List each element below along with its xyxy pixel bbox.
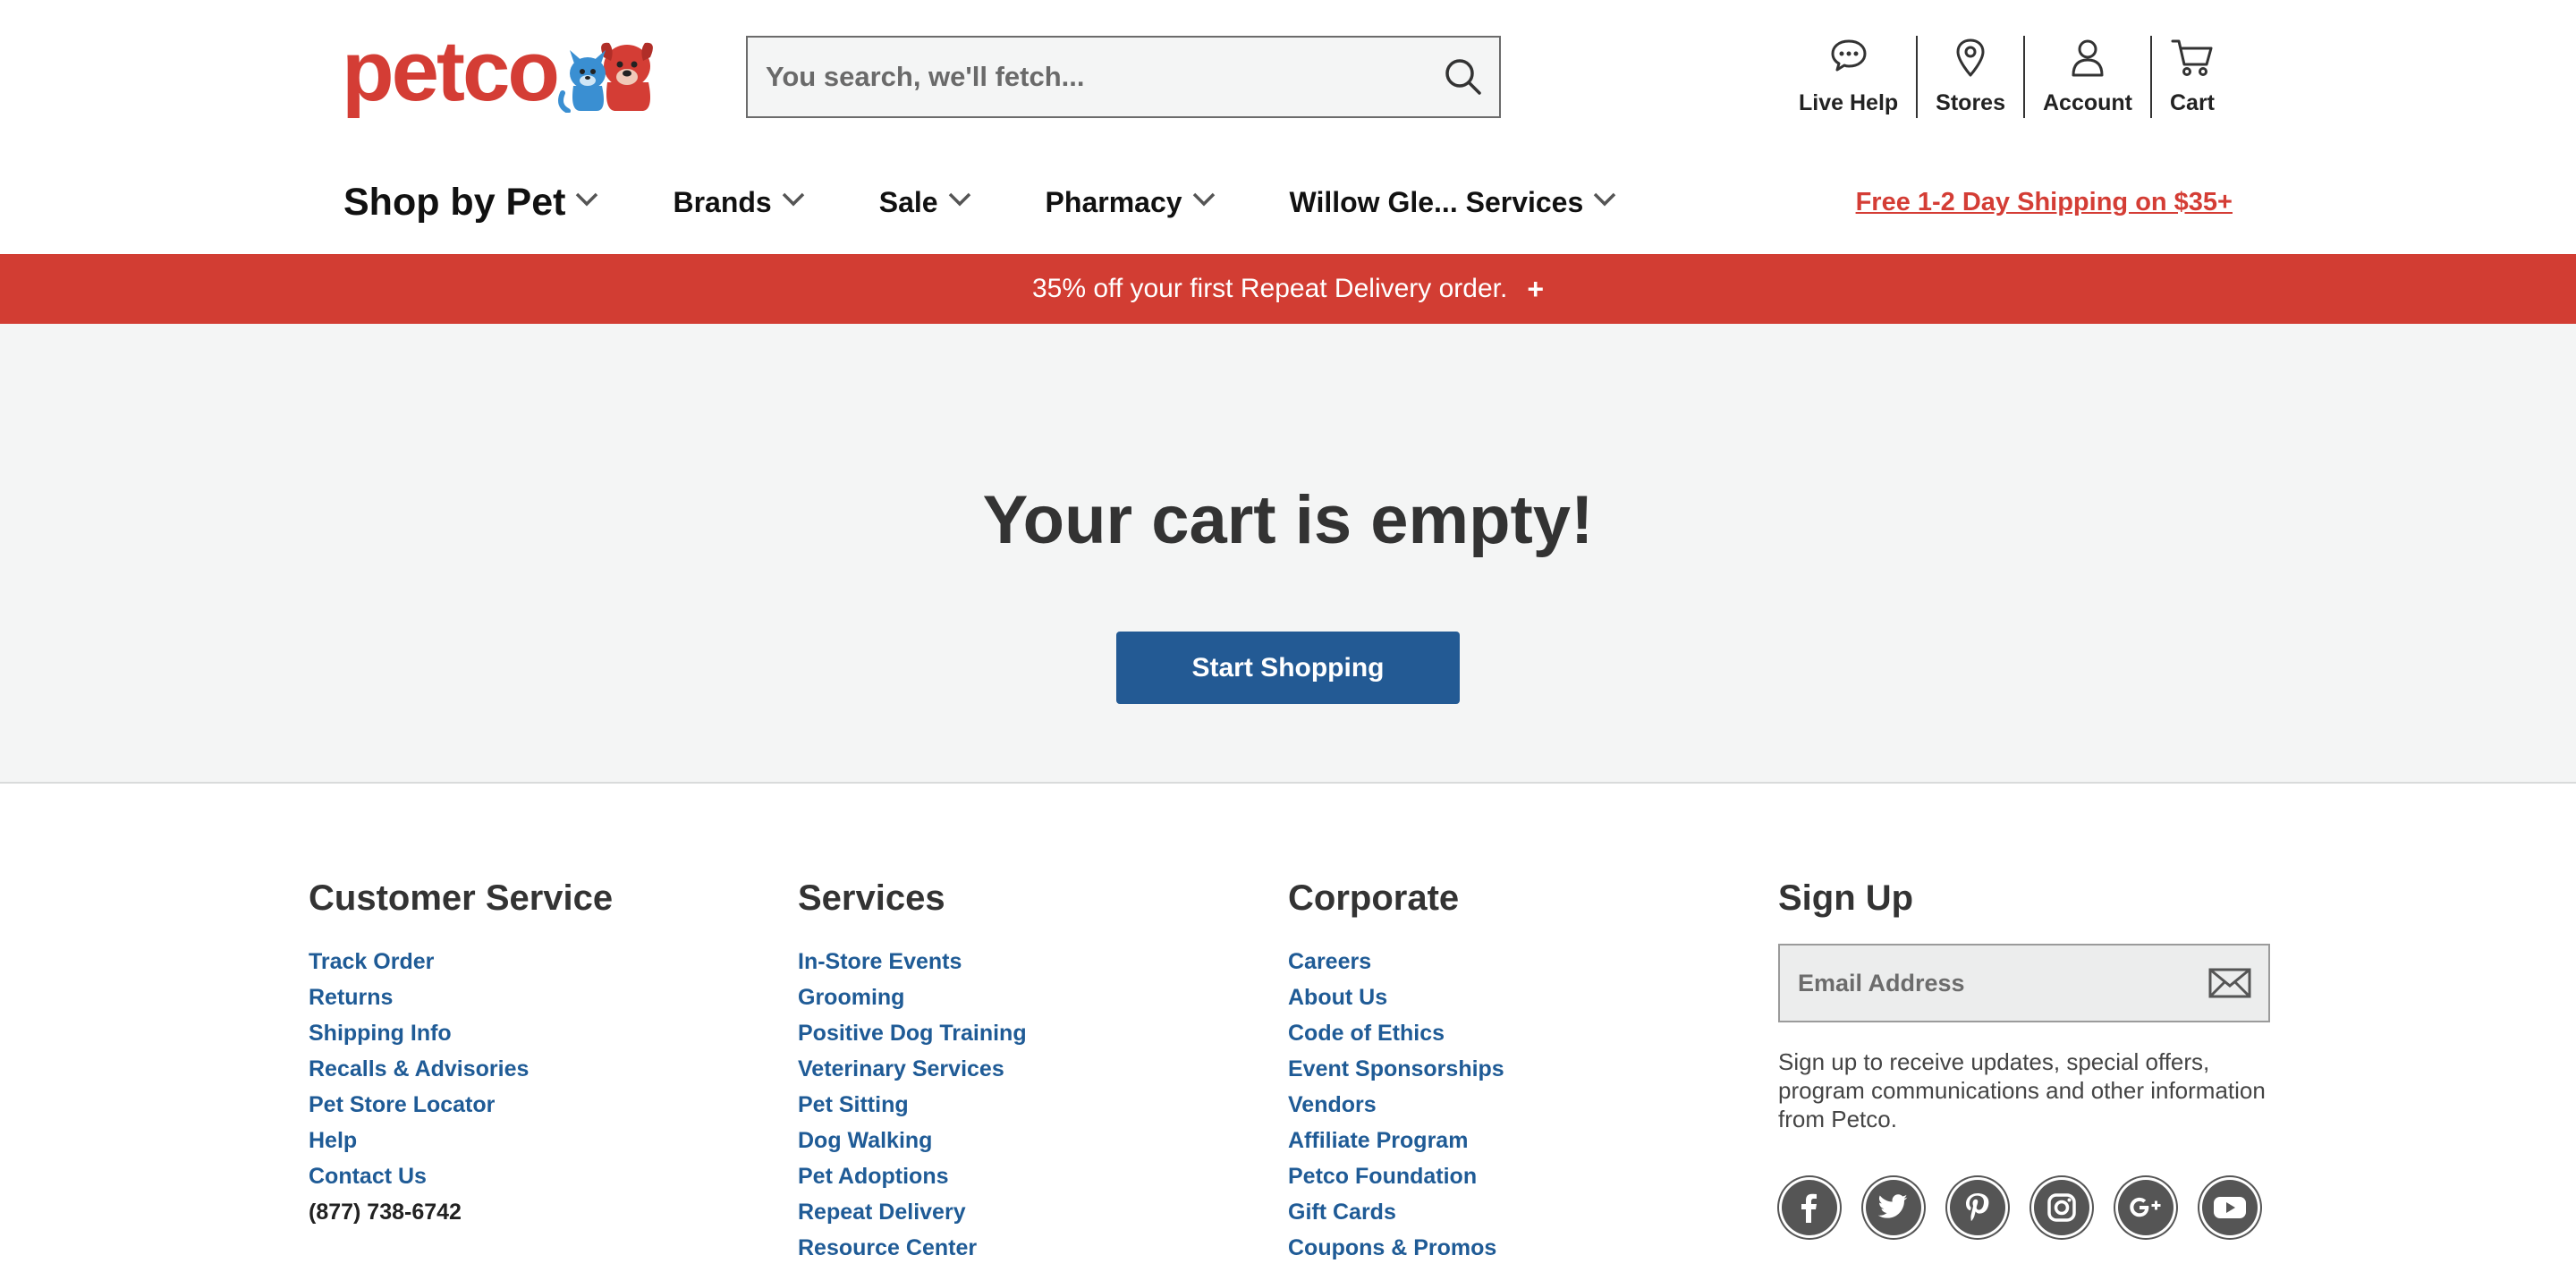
utility-nav: Live Help Stores Account Cart [1781, 36, 2233, 118]
footer-link-code-of-ethics[interactable]: Code of Ethics [1288, 1015, 1504, 1051]
footer-link-in-store-events[interactable]: In-Store Events [798, 944, 1027, 979]
cart-icon [2171, 39, 2213, 76]
nav-shop-by-pet-label: Shop by Pet [343, 180, 566, 224]
chevron-down-icon [576, 192, 598, 207]
footer-link-resource-center[interactable]: Resource Center [798, 1230, 1027, 1266]
footer-link-veterinary[interactable]: Veterinary Services [798, 1051, 1027, 1087]
footer-link-store-locator[interactable]: Pet Store Locator [309, 1087, 613, 1123]
user-icon [2072, 39, 2104, 77]
logo-wordmark: petco [342, 23, 560, 119]
free-shipping-link[interactable]: Free 1-2 Day Shipping on $35+ [1856, 188, 2233, 217]
footer-corporate: Corporate Careers About Us Code of Ethic… [1288, 878, 1504, 1266]
account-link[interactable]: Account [2022, 36, 2150, 118]
email-signup-box [1778, 944, 2270, 1022]
promo-text: 35% off your first Repeat Delivery order… [1031, 274, 1508, 303]
nav-pharmacy-label: Pharmacy [1045, 185, 1182, 218]
footer-link-repeat-delivery[interactable]: Repeat Delivery [798, 1194, 1027, 1230]
search-button[interactable] [1428, 38, 1499, 116]
promo-banner[interactable]: 35% off your first Repeat Delivery order… [0, 254, 2576, 324]
chevron-down-icon [1192, 192, 1215, 207]
envelope-icon [2208, 968, 2251, 998]
email-field[interactable] [1780, 946, 2191, 1021]
nav-store-services[interactable]: Willow Gle... Services [1290, 186, 1618, 219]
nav-sale[interactable]: Sale [879, 186, 972, 219]
footer-phone: (877) 738-6742 [309, 1200, 462, 1225]
chat-bubble-icon [1831, 39, 1867, 72]
nav-shop-by-pet[interactable]: Shop by Pet [343, 181, 599, 225]
footer-link-gift-cards[interactable]: Gift Cards [1288, 1194, 1504, 1230]
cart-label: Cart [2169, 90, 2215, 115]
footer-link-about-us[interactable]: About Us [1288, 979, 1504, 1015]
site-footer: Customer Service Track Order Returns Shi… [0, 785, 2576, 1272]
search-bar [746, 36, 1501, 118]
chevron-down-icon [1594, 192, 1616, 207]
footer-link-careers[interactable]: Careers [1288, 944, 1504, 979]
youtube-icon[interactable] [2202, 1180, 2258, 1235]
account-label: Account [2042, 90, 2132, 115]
footer-link-coupons[interactable]: Coupons & Promos [1288, 1230, 1504, 1266]
nav-store-services-label: Willow Gle... Services [1289, 185, 1584, 218]
chevron-down-icon [948, 192, 970, 207]
start-shopping-button[interactable]: Start Shopping [1116, 632, 1460, 704]
main-nav: Shop by Pet Brands Sale Pharmacy Willow … [343, 175, 2233, 229]
search-icon [1445, 59, 1481, 95]
footer-heading: Customer Service [309, 878, 614, 918]
footer-link-shipping-info[interactable]: Shipping Info [309, 1015, 613, 1051]
nav-brands[interactable]: Brands [673, 186, 805, 219]
footer-signup: Sign Up Sign up to receive updates, spec… [1778, 878, 2283, 1235]
site-header: petco You search, we'll fetch... Live He… [0, 0, 2576, 224]
google-plus-icon[interactable] [2118, 1180, 2174, 1235]
footer-heading: Services [798, 878, 945, 918]
email-submit-button[interactable] [2191, 946, 2268, 1021]
chevron-down-icon [782, 192, 804, 207]
footer-customer-service: Customer Service Track Order Returns Shi… [309, 878, 613, 1230]
stores-label: Stores [1936, 90, 2005, 115]
footer-link-dog-walking[interactable]: Dog Walking [798, 1123, 1027, 1158]
footer-link-returns[interactable]: Returns [309, 979, 613, 1015]
petco-logo[interactable]: petco [342, 23, 663, 119]
nav-pharmacy[interactable]: Pharmacy [1046, 186, 1216, 219]
footer-link-grooming[interactable]: Grooming [798, 979, 1027, 1015]
footer-link-affiliate-program[interactable]: Affiliate Program [1288, 1123, 1504, 1158]
live-help-label: Live Help [1799, 90, 1899, 115]
empty-cart-title: Your cart is empty! [982, 482, 1594, 558]
signup-description: Sign up to receive updates, special offe… [1778, 1048, 2266, 1132]
nav-brands-label: Brands [673, 185, 772, 218]
footer-link-event-sponsorships[interactable]: Event Sponsorships [1288, 1051, 1504, 1087]
dog-and-cat-logo-icon [558, 42, 653, 113]
twitter-icon[interactable] [1866, 1180, 1921, 1235]
social-links [1778, 1180, 2283, 1235]
footer-link-track-order[interactable]: Track Order [309, 944, 613, 979]
footer-link-vendors[interactable]: Vendors [1288, 1087, 1504, 1123]
footer-services: Services In-Store Events Grooming Positi… [798, 878, 1027, 1266]
footer-link-help[interactable]: Help [309, 1123, 613, 1158]
nav-sale-label: Sale [878, 185, 938, 218]
footer-link-petco-foundation[interactable]: Petco Foundation [1288, 1158, 1504, 1194]
footer-link-contact-us[interactable]: Contact Us [309, 1158, 613, 1194]
footer-heading: Corporate [1288, 878, 1460, 918]
search-input[interactable] [748, 38, 1428, 116]
footer-link-recalls[interactable]: Recalls & Advisories [309, 1051, 613, 1087]
map-pin-icon [1956, 38, 1985, 77]
live-help-link[interactable]: Live Help [1781, 36, 1916, 118]
instagram-icon[interactable] [2034, 1180, 2089, 1235]
cart-link[interactable]: Cart [2149, 36, 2233, 118]
footer-heading: Sign Up [1778, 878, 1914, 918]
footer-link-dog-training[interactable]: Positive Dog Training [798, 1015, 1027, 1051]
plus-icon[interactable]: + [1527, 273, 1544, 306]
stores-link[interactable]: Stores [1916, 36, 2023, 118]
footer-link-pet-adoptions[interactable]: Pet Adoptions [798, 1158, 1027, 1194]
pinterest-icon[interactable] [1950, 1180, 2005, 1235]
facebook-icon[interactable] [1782, 1180, 1837, 1235]
footer-link-pet-sitting[interactable]: Pet Sitting [798, 1087, 1027, 1123]
cart-main: Your cart is empty! Start Shopping [0, 324, 2576, 784]
